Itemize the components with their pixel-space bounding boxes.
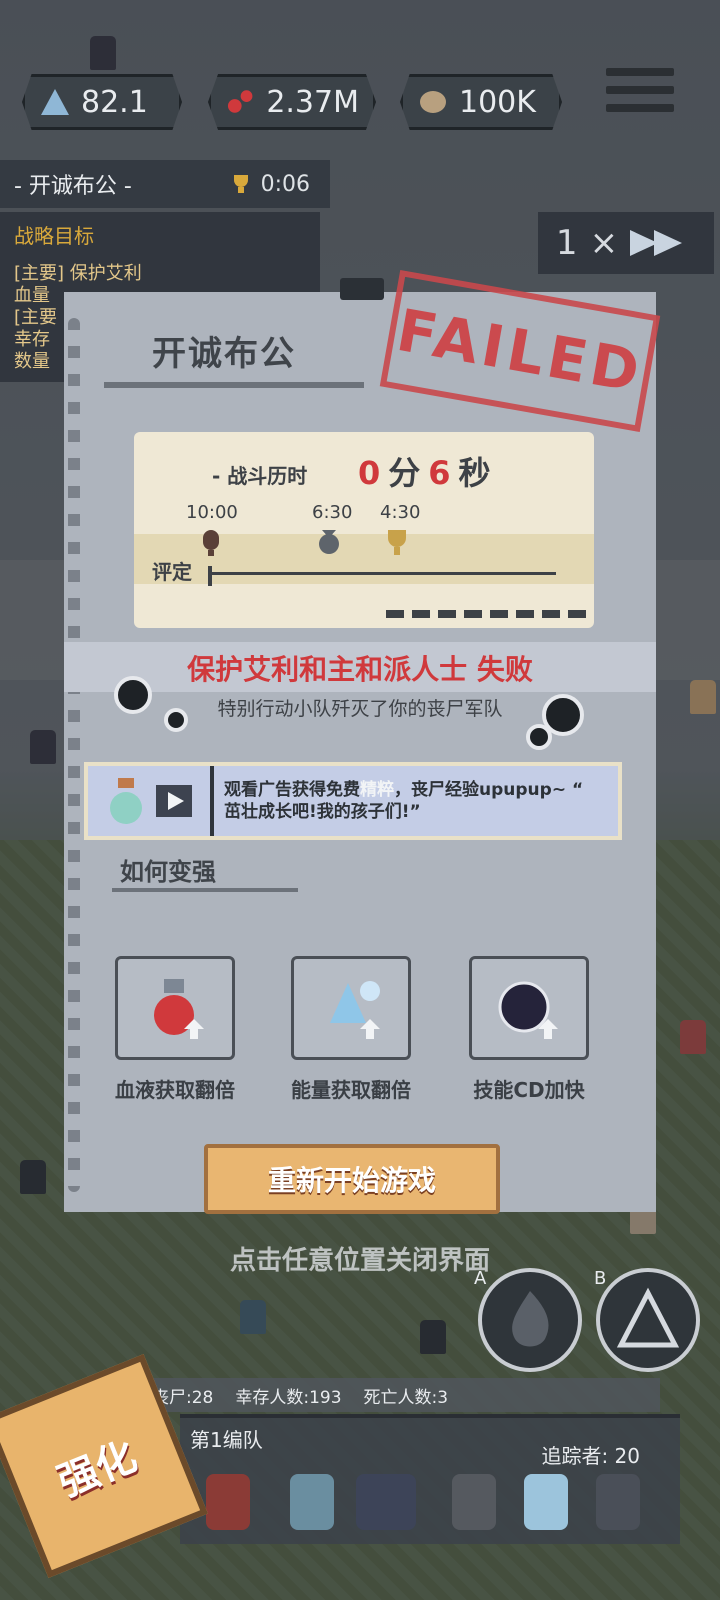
bullet-hole-decoration xyxy=(164,708,188,732)
potion-bottle-icon xyxy=(110,778,142,824)
bullet-hole-decoration xyxy=(526,724,552,750)
tick-label: 6:30 xyxy=(312,502,353,523)
speed-toggle-button[interactable]: 1 × xyxy=(538,212,714,274)
panel-clip xyxy=(340,278,384,300)
rating-axis-start xyxy=(208,566,212,586)
squad-unit[interactable] xyxy=(290,1474,334,1530)
objective-line: [主要] 保护艾利 xyxy=(14,263,142,284)
howto-underline xyxy=(112,888,298,892)
tracker-count: 追踪者: 20 xyxy=(541,1444,640,1468)
hamburger-icon xyxy=(606,68,674,76)
watch-ad-banner[interactable]: 观看广告获得免费精粹，丧尸经验upupup~ “ 茁壮成长吧!我的孩子们!” xyxy=(84,762,622,840)
brain-counter: 100K xyxy=(400,74,562,130)
squad-unit[interactable] xyxy=(356,1474,416,1530)
skill-orb-icon xyxy=(498,981,558,1039)
blood-value: 2.37M xyxy=(266,84,359,120)
howto-title: 如何变强 xyxy=(120,858,216,886)
dead-count: 死亡人数:3 xyxy=(363,1387,449,1408)
energy-value: 82.1 xyxy=(81,84,148,120)
minutes-value: 0 xyxy=(358,454,381,492)
brain-icon xyxy=(420,91,446,113)
skill-b-button[interactable] xyxy=(596,1268,700,1372)
squad-name: 第1编队 xyxy=(190,1428,263,1452)
card-dashes xyxy=(386,610,586,618)
fail-message: 保护艾利和主和派人士 失败 xyxy=(187,653,533,686)
rating-axis xyxy=(210,572,556,575)
tip-skill-cd[interactable]: 技能CD加快 xyxy=(462,956,596,1103)
hamburger-icon-line xyxy=(606,104,674,112)
tip-box xyxy=(115,956,235,1060)
fast-forward-icon xyxy=(630,230,683,256)
battle-time-card: - 战斗历时 0 分 6 秒 10:00 6:30 4:30 评定 xyxy=(134,432,594,628)
level-bar: - 开诚布公 - 0:06 xyxy=(0,160,330,208)
battle-time-value: 0 分 6 秒 xyxy=(358,448,491,494)
objective-title: 战略目标 xyxy=(14,224,94,248)
failed-stamp: FAILED xyxy=(379,269,661,433)
tip-label: 血液获取翻倍 xyxy=(115,1078,235,1102)
ad-text: 观看广告获得免费精粹，丧尸经验upupup~ “ 茁壮成长吧!我的孩子们!” xyxy=(214,779,583,823)
bronze-medal-icon xyxy=(203,530,219,556)
result-panel: 开诚布公 FAILED - 战斗历时 0 分 6 秒 10:00 6:30 4:… xyxy=(64,269,661,1212)
ad-text-highlight: 精粹 xyxy=(360,780,394,800)
energy-counter: 82.1 xyxy=(22,74,182,130)
hamburger-icon-line xyxy=(606,86,674,94)
blood-counter: 2.37M xyxy=(208,74,376,130)
skill-a-button[interactable] xyxy=(478,1268,582,1372)
tip-energy-double[interactable]: 能量获取翻倍 xyxy=(284,956,418,1103)
speed-multiplier: 1 xyxy=(555,223,578,263)
trophy-icon xyxy=(233,175,248,193)
tip-blood-double[interactable]: 血液获取翻倍 xyxy=(108,956,242,1103)
blood-bottle-icon xyxy=(154,979,204,1039)
ad-text-line2: 茁壮成长吧!我的孩子们!” xyxy=(224,802,421,822)
minutes-unit: 分 xyxy=(388,454,421,492)
survivor-count: 幸存人数:193 xyxy=(235,1387,342,1408)
timer-value: 0:06 xyxy=(260,171,310,197)
squad-unit[interactable] xyxy=(452,1474,496,1530)
tip-label: 能量获取翻倍 xyxy=(291,1078,411,1102)
gold-trophy-icon xyxy=(388,530,406,555)
rating-label: 评定 xyxy=(152,560,192,584)
panel-title: 开诚布公 xyxy=(152,334,296,374)
ad-text-part: ，丧尸经验upupup~ “ xyxy=(394,780,584,800)
level-name: - 开诚布公 - xyxy=(14,174,132,199)
tick-label: 4:30 xyxy=(380,502,421,523)
title-underline xyxy=(104,382,364,388)
menu-button[interactable] xyxy=(600,58,680,130)
energy-triangle-icon xyxy=(41,89,69,115)
notebook-spiral xyxy=(68,318,80,1192)
tip-label: 技能CD加快 xyxy=(473,1078,585,1102)
level-timer: 0:06 xyxy=(229,172,310,197)
squad-unit[interactable] xyxy=(206,1474,250,1530)
restart-game-button[interactable]: 重新开始游戏 xyxy=(204,1144,500,1214)
brain-value: 100K xyxy=(459,84,536,120)
close-hint: 点击任意位置关闭界面 xyxy=(229,1246,490,1276)
seconds-value: 6 xyxy=(428,454,451,492)
tip-box xyxy=(291,956,411,1060)
video-play-icon xyxy=(156,785,192,817)
tick-label: 10:00 xyxy=(186,502,238,523)
battle-time-label: - 战斗历时 xyxy=(212,464,308,488)
fire-skill-icon xyxy=(512,1291,549,1347)
seconds-unit: 秒 xyxy=(458,454,491,492)
triangle-skill-icon xyxy=(616,1287,680,1348)
energy-crystal-icon xyxy=(330,981,380,1039)
skill-a-label: A xyxy=(474,1268,487,1289)
skill-b-label: B xyxy=(594,1268,607,1289)
blood-drops-icon xyxy=(227,90,253,113)
squad-unit[interactable] xyxy=(596,1474,640,1530)
tip-box xyxy=(469,956,589,1060)
squad-unit[interactable] xyxy=(524,1474,568,1530)
ad-thumbnail xyxy=(88,766,214,836)
speed-x: × xyxy=(589,223,619,263)
squad-panel[interactable]: 第1编队 追踪者: 20 xyxy=(180,1414,680,1544)
ad-text-part: 观看广告获得免费 xyxy=(224,780,360,800)
silver-medal-icon xyxy=(319,530,339,554)
battle-stats-bar: 丧尸:28 幸存人数:193 死亡人数:3 xyxy=(140,1378,660,1412)
bullet-hole-decoration xyxy=(114,676,152,714)
